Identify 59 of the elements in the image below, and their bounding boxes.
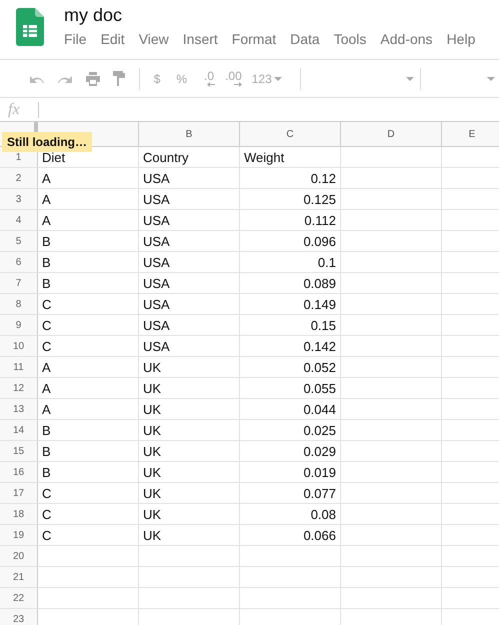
loading-tooltip: Still loading… — [2, 132, 92, 152]
table-cell: UK — [143, 402, 162, 416]
table-cell: A — [42, 192, 51, 206]
table-cell: 0.1 — [318, 254, 336, 270]
table-cell: A — [42, 360, 51, 374]
table-cell: C — [42, 528, 52, 542]
table-cell: USA — [143, 212, 170, 228]
table-cell: 0.142 — [303, 338, 336, 354]
table-cell: UK — [143, 528, 162, 542]
table-cell: B — [42, 276, 51, 290]
table-cell: A — [42, 212, 51, 228]
table-cell: Weight — [244, 150, 284, 164]
table-cell: B — [42, 444, 51, 458]
table-cell: 0.025 — [303, 422, 336, 438]
table-cell: B — [42, 464, 51, 480]
table-cell: A — [42, 170, 51, 186]
table-cell: B — [42, 234, 51, 248]
table-cell: USA — [143, 338, 170, 354]
table-cell: 0.08 — [310, 506, 336, 522]
table-cell: UK — [143, 380, 162, 396]
table-cell: USA — [143, 318, 170, 332]
table-cell: A — [42, 380, 51, 396]
table-cell: C — [42, 296, 52, 312]
table-cell: USA — [143, 192, 170, 206]
table-cell: 0.096 — [303, 234, 336, 248]
table-cell: USA — [143, 234, 170, 248]
table-cell: B — [42, 422, 51, 438]
table-cell: 0.029 — [303, 444, 336, 458]
table-cell: 0.066 — [303, 528, 336, 542]
table-cell: 0.15 — [310, 318, 336, 332]
table-cell: B — [42, 254, 51, 270]
table-cell: USA — [143, 276, 170, 290]
table-cell: C — [42, 486, 52, 500]
table-cell: USA — [143, 254, 170, 270]
table-cell: 0.055 — [303, 380, 336, 396]
table-cell: A — [42, 402, 51, 416]
table-cell: 0.044 — [303, 402, 336, 416]
table-cell: 0.077 — [303, 486, 336, 500]
table-cell: UK — [143, 444, 162, 458]
table-cell: C — [42, 338, 52, 354]
table-cell: 0.052 — [303, 360, 336, 374]
table-cell: C — [42, 318, 52, 332]
table-cell: 0.089 — [303, 276, 336, 290]
table-cell: 0.149 — [303, 296, 336, 312]
table-cell: UK — [143, 464, 162, 480]
table-cell: Diet — [42, 150, 66, 164]
table-cell: C — [42, 506, 52, 522]
table-cell: UK — [143, 422, 162, 438]
table-cell: 0.019 — [303, 464, 336, 480]
table-cell: 0.112 — [304, 212, 336, 228]
table-cell: USA — [143, 170, 170, 186]
table-cell: Country — [143, 150, 189, 164]
table-cell: USA — [143, 296, 170, 312]
table-cell: UK — [143, 360, 162, 374]
table-cell: 0.12 — [310, 170, 336, 186]
formula-label: fx — [8, 100, 21, 118]
table-cell: UK — [143, 506, 162, 522]
table-cell: 0.125 — [303, 192, 336, 206]
table-cell: UK — [143, 486, 162, 500]
